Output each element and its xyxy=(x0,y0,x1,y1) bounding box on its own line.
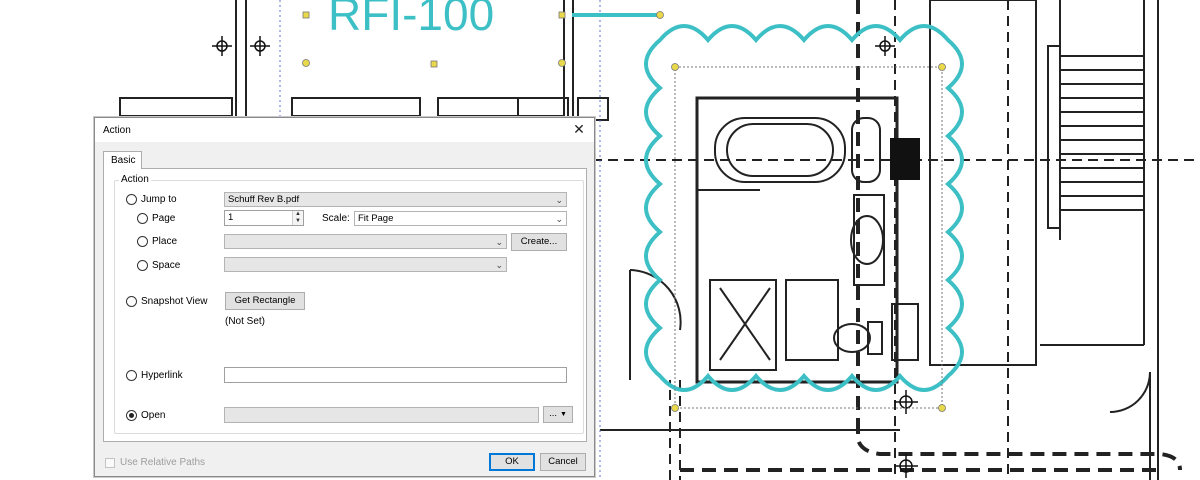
open-label: Open xyxy=(141,410,166,421)
chevron-down-icon: ⌄ xyxy=(555,195,563,205)
space-select[interactable]: ⌄ xyxy=(224,257,507,272)
jump-to-radio[interactable] xyxy=(126,194,137,205)
relative-paths-label: Use Relative Paths xyxy=(120,457,206,468)
page-stepper-value: 1 xyxy=(228,212,234,223)
spin-down-icon[interactable]: ▼ xyxy=(292,218,303,225)
page-label: Page xyxy=(152,213,176,224)
place-radio[interactable] xyxy=(137,236,148,247)
chevron-down-icon: ⌄ xyxy=(495,260,503,270)
jump-to-label: Jump to xyxy=(141,194,177,205)
space-radio[interactable] xyxy=(137,260,148,271)
tab-basic[interactable]: Basic xyxy=(103,151,142,169)
hyperlink-label: Hyperlink xyxy=(141,370,183,381)
space-label: Space xyxy=(152,260,181,271)
place-label: Place xyxy=(152,236,178,247)
rfi-callout-text: RFI-100 xyxy=(328,0,494,40)
browse-button-label: ... xyxy=(549,408,557,419)
hyperlink-radio[interactable] xyxy=(126,370,137,381)
action-group-label: Action xyxy=(119,174,151,185)
close-icon[interactable]: ✕ xyxy=(570,120,588,138)
scale-select-value: Fit Page xyxy=(358,213,394,224)
create-button[interactable]: Create... xyxy=(511,233,567,251)
page-stepper[interactable]: 1 ▲ ▼ xyxy=(224,210,304,226)
get-rectangle-button[interactable]: Get Rectangle xyxy=(225,292,305,310)
dialog-title: Action xyxy=(103,125,131,136)
cancel-button[interactable]: Cancel xyxy=(540,453,586,471)
open-path-input[interactable] xyxy=(224,407,539,423)
browse-button[interactable]: ... ▼ xyxy=(543,406,573,423)
chevron-down-icon: ⌄ xyxy=(495,237,503,247)
ok-button[interactable]: OK xyxy=(489,453,535,471)
hyperlink-input[interactable] xyxy=(224,367,567,383)
tab-basic-label: Basic xyxy=(111,155,136,166)
page-radio[interactable] xyxy=(137,213,148,224)
snapshot-status: (Not Set) xyxy=(225,316,266,327)
action-dialog: Action ✕ Basic Action Jump to Schuff Rev… xyxy=(94,117,595,477)
spin-up-icon[interactable]: ▲ xyxy=(292,211,303,218)
snapshot-view-radio[interactable] xyxy=(126,296,137,307)
file-select-value: Schuff Rev B.pdf xyxy=(228,194,300,205)
file-select[interactable]: Schuff Rev B.pdf ⌄ xyxy=(224,192,567,207)
dropdown-arrow-icon: ▼ xyxy=(559,411,567,418)
relative-paths-checkbox[interactable] xyxy=(105,458,115,468)
dialog-titlebar[interactable]: Action ✕ xyxy=(95,118,594,142)
chevron-down-icon: ⌄ xyxy=(555,214,563,224)
scale-select[interactable]: Fit Page ⌄ xyxy=(354,211,567,226)
place-select[interactable]: ⌄ xyxy=(224,234,507,249)
snapshot-view-label: Snapshot View xyxy=(141,296,208,307)
scale-label: Scale: xyxy=(322,213,350,224)
open-radio[interactable] xyxy=(126,410,137,421)
